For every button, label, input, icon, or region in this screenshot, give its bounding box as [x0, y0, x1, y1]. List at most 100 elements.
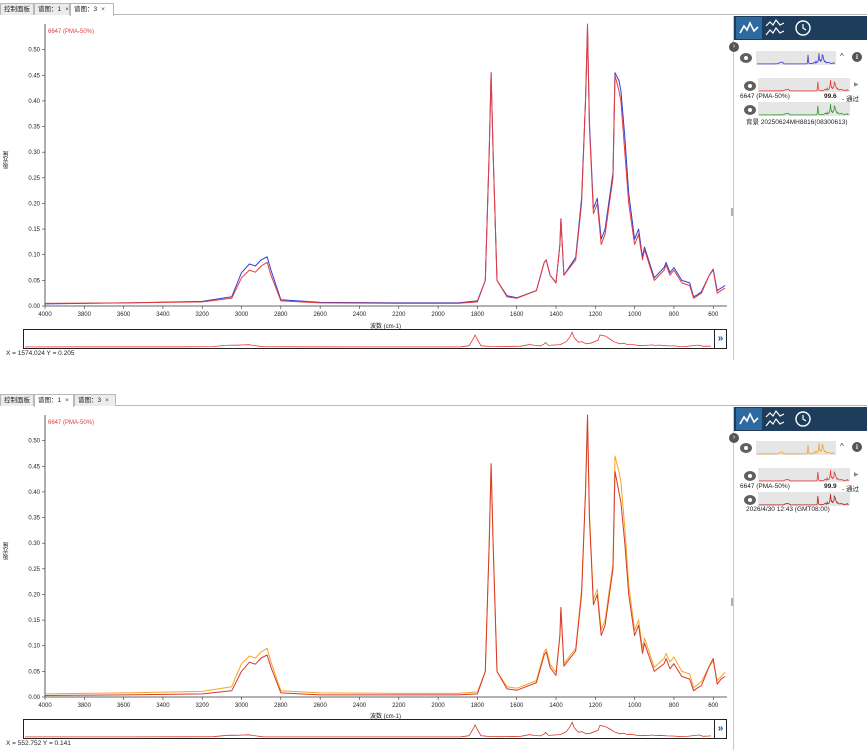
history-button[interactable] — [790, 17, 816, 39]
expand-overview-button[interactable]: » — [715, 719, 727, 739]
overview-strip[interactable] — [23, 329, 715, 349]
stacked-spectrum-icon — [765, 409, 785, 427]
y-tick-label: 0.35 — [28, 516, 40, 522]
x-tick-label: 1600 — [510, 703, 524, 709]
y-axis-label: 吸光度 — [4, 151, 10, 169]
y-tick-label: 0.10 — [28, 644, 40, 650]
x-tick-label: 1800 — [471, 703, 485, 709]
chevron-up-icon[interactable]: ^ — [840, 442, 844, 451]
x-tick-label: 3000 — [235, 312, 249, 318]
spectrum-icon — [739, 21, 759, 34]
overview-chart — [24, 331, 712, 348]
match-score: 99.6 — [824, 93, 837, 100]
y-tick-label: 0.15 — [28, 618, 40, 624]
spectrum-icon — [739, 412, 759, 425]
tab-spectrum-1[interactable]: 谱图：1 × — [34, 3, 70, 15]
spectrum-view-button[interactable] — [736, 408, 762, 430]
close-icon[interactable]: × — [105, 397, 109, 404]
search-result-card[interactable]: ▶ 6647 (PMA-50%) 99.9 - 通过 2026/4/30 12:… — [740, 468, 862, 516]
y-tick-label: 0.30 — [28, 150, 40, 156]
spectrum-series-0[interactable] — [44, 414, 726, 696]
y-tick-label: 0.00 — [28, 695, 40, 701]
eye-icon[interactable] — [744, 471, 756, 481]
search-results-panel: › ^ i ▶ 6647 (PMA-50%) 99.6 - 通过 背景 2025… — [729, 16, 867, 360]
y-axis-label: 吸光度 — [4, 542, 10, 560]
x-tick-label: 800 — [669, 312, 680, 318]
x-tick-label: 3600 — [117, 703, 131, 709]
x-tick-label: 3200 — [196, 312, 210, 318]
spectrum-series-1[interactable] — [44, 419, 726, 695]
plot-area[interactable]: 0.00 0.05 0.10 0.15 0.20 0.25 0.30 0.35 0.40 0.45… — [0, 407, 733, 750]
collapse-panel-button[interactable]: › — [729, 42, 739, 52]
x-tick-label: 3800 — [78, 703, 92, 709]
chevron-up-icon[interactable]: ^ — [840, 52, 844, 61]
x-tick-label: 1000 — [628, 703, 642, 709]
plot-area[interactable]: 0.00 0.05 0.10 0.15 0.20 0.25 0.30 0.35 0.40 0.45… — [0, 16, 733, 360]
history-button[interactable] — [790, 408, 816, 430]
thumbnail-series — [25, 721, 712, 738]
tab-spectrum-1[interactable]: 谱图：1 × — [34, 394, 74, 407]
x-tick-label: 4000 — [38, 703, 52, 709]
query-thumbnail — [756, 51, 836, 65]
close-icon[interactable]: × — [65, 6, 69, 13]
info-icon[interactable]: i — [852, 52, 862, 62]
clock-icon — [795, 411, 811, 427]
tab-spectrum-3[interactable]: 谱图：3 × — [70, 3, 114, 16]
expand-overview-button[interactable]: » — [715, 329, 727, 349]
secondary-thumbnail — [758, 492, 850, 506]
overview-strip[interactable] — [23, 719, 715, 739]
collapse-panel-button[interactable]: › — [729, 433, 739, 443]
eye-icon[interactable] — [744, 495, 756, 505]
play-icon[interactable]: ▶ — [854, 471, 859, 478]
cursor-coordinate-readout: X = 1574.024 Y = 0.205 — [6, 350, 75, 357]
eye-icon[interactable] — [740, 443, 752, 453]
overview-chart — [25, 721, 712, 738]
y-tick-label: 0.00 — [28, 304, 40, 310]
x-tick-label: 3600 — [117, 312, 131, 318]
y-tick-label: 0.35 — [28, 125, 40, 131]
x-tick-label: 3400 — [156, 312, 170, 318]
y-tick-label: 0.40 — [28, 490, 40, 496]
eye-icon[interactable] — [744, 105, 756, 115]
tab-bar: 控制面板 谱图：1 × 谱图：3 × — [0, 394, 867, 407]
result-name: 6647 (PMA-50%) — [740, 93, 790, 100]
query-spectrum-row[interactable]: ^ i — [740, 51, 864, 65]
play-icon[interactable]: ▶ — [854, 81, 859, 88]
tab-control-panel[interactable]: 控制面板 — [0, 3, 34, 15]
eye-icon[interactable] — [740, 53, 752, 63]
stacked-view-button[interactable] — [762, 17, 788, 39]
close-icon[interactable]: × — [101, 6, 105, 13]
spectrum-view-button[interactable] — [736, 17, 762, 39]
y-tick-label: 0.50 — [28, 439, 40, 445]
x-tick-label: 600 — [708, 703, 719, 709]
info-icon[interactable]: i — [852, 442, 862, 452]
secondary-thumbnail — [758, 102, 850, 116]
search-result-card[interactable]: ▶ 6647 (PMA-50%) 99.6 - 通过 背景 20250624MH… — [740, 78, 862, 126]
spectrum-series-1[interactable] — [44, 28, 726, 305]
panel-toolbar — [734, 407, 867, 431]
tab-control-panel[interactable]: 控制面板 — [0, 394, 34, 406]
y-tick-label: 0.25 — [28, 567, 40, 573]
spectrum-series-0[interactable] — [44, 23, 726, 304]
query-spectrum-row[interactable]: ^ i — [740, 441, 864, 455]
match-score: 99.9 — [824, 483, 837, 490]
tab-spectrum-3[interactable]: 谱图：3 × — [74, 394, 116, 406]
spectrum-chart[interactable]: 0.00 0.05 0.10 0.15 0.20 0.25 0.30 0.35 0.40 0.45… — [0, 16, 733, 331]
stacked-view-button[interactable] — [762, 408, 788, 430]
close-icon[interactable]: × — [65, 397, 69, 404]
thumbnail-series — [757, 53, 835, 65]
search-results-panel: › ^ i ▶ 6647 (PMA-50%) 99.9 - 通过 2026/4/… — [729, 407, 867, 750]
spectrum-chart[interactable]: 0.00 0.05 0.10 0.15 0.20 0.25 0.30 0.35 0.40 0.45… — [0, 407, 733, 722]
result-thumbnail — [758, 468, 850, 482]
tab-bar: 控制面板 谱图：1 × 谱图：3 × — [0, 3, 867, 16]
y-tick-label: 0.40 — [28, 99, 40, 105]
secondary-label: 背景 20250624MH8816(08300613) — [746, 119, 848, 126]
x-tick-label: 1200 — [589, 312, 603, 318]
x-tick-label: 1800 — [471, 312, 485, 318]
eye-icon[interactable] — [744, 81, 756, 91]
y-tick-label: 0.10 — [28, 253, 40, 259]
cursor-coordinate-readout: X = 552.752 Y = 0.141 — [6, 740, 71, 747]
thumbnail-series — [759, 493, 849, 506]
legend-label: 6647 (PMA-50%) — [48, 29, 95, 35]
x-tick-label: 2200 — [392, 703, 406, 709]
